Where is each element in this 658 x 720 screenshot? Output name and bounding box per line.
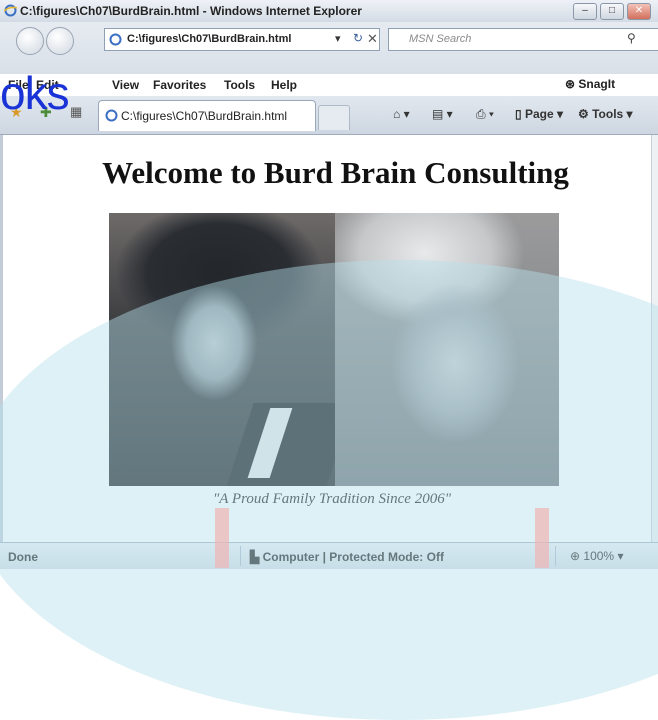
menu-edit[interactable]: Edit: [36, 78, 59, 92]
command-bar: ★ ✚ ▦ C:\figures\Ch07\BurdBrain.html ⌂ ▾…: [0, 96, 658, 135]
address-field[interactable]: C:\figures\Ch07\BurdBrain.html ▾ ↻ ✕: [104, 28, 380, 51]
photo-young-woman: [335, 213, 559, 486]
security-zone[interactable]: ▙ Computer | Protected Mode: Off: [250, 550, 444, 564]
back-button[interactable]: [16, 27, 44, 55]
window-title: C:\figures\Ch07\BurdBrain.html - Windows…: [20, 4, 362, 18]
computer-icon: ▙: [250, 550, 260, 564]
search-icon[interactable]: ⚲: [627, 31, 636, 45]
search-input[interactable]: MSN Search ⚲: [388, 28, 658, 51]
maximize-button[interactable]: □: [600, 3, 624, 20]
tab-page-icon: [105, 109, 118, 122]
print-icon[interactable]: ⎙ ▾: [476, 107, 494, 122]
zoom-level: 100%: [583, 549, 615, 563]
forward-button[interactable]: [46, 27, 74, 55]
status-text: Done: [8, 550, 38, 564]
menu-file[interactable]: File: [8, 78, 29, 92]
ie-logo-icon: [4, 4, 17, 17]
watermark-bar-2: [535, 508, 549, 568]
tab-burdbrain[interactable]: C:\figures\Ch07\BurdBrain.html: [98, 100, 316, 131]
search-placeholder: MSN Search: [409, 33, 472, 45]
page-menu-button[interactable]: ▯ Page ▾: [515, 107, 563, 121]
favorites-star-icon[interactable]: ★: [10, 104, 23, 121]
page-icon-small: ▯: [515, 107, 522, 121]
vertical-scrollbar[interactable]: [651, 135, 658, 542]
zoom-icon: ⊕: [570, 549, 581, 563]
family-photo: [109, 213, 559, 486]
feeds-icon[interactable]: ▤ ▾: [432, 107, 453, 121]
snagit-label: SnagIt: [578, 77, 616, 91]
add-favorites-icon[interactable]: ✚: [40, 104, 52, 121]
title-bar: C:\figures\Ch07\BurdBrain.html - Windows…: [0, 0, 658, 23]
tools-menu-button[interactable]: ⚙ Tools ▾: [578, 107, 633, 121]
address-toolbar: C:\figures\Ch07\BurdBrain.html ▾ ↻ ✕ MSN…: [0, 22, 658, 74]
close-button[interactable]: ✕: [627, 3, 651, 20]
menu-tools[interactable]: Tools: [224, 78, 255, 92]
tab-label: C:\figures\Ch07\BurdBrain.html: [121, 109, 288, 123]
security-zone-label: Computer | Protected Mode: Off: [262, 550, 444, 564]
home-icon[interactable]: ⌂ ▾: [393, 107, 410, 121]
new-tab-button[interactable]: [318, 105, 350, 130]
menu-view[interactable]: View: [112, 78, 139, 92]
stop-icon[interactable]: ✕: [367, 31, 378, 47]
zoom-control[interactable]: ⊕ 100% ▾: [570, 549, 623, 563]
menu-help[interactable]: Help: [271, 78, 297, 92]
page-icon: [109, 33, 122, 46]
tab-list-icon[interactable]: ▦: [70, 104, 82, 120]
menu-favorites[interactable]: Favorites: [153, 78, 206, 92]
page-caption: "A Proud Family Tradition Since 2006": [212, 491, 451, 507]
refresh-icon[interactable]: ↻: [353, 31, 363, 45]
snagit-button[interactable]: ⊛ SnagIt: [565, 77, 615, 91]
status-divider: [240, 546, 241, 566]
tools-gear-icon: ⚙: [578, 107, 589, 121]
address-dropdown-icon[interactable]: ▾: [335, 32, 341, 45]
page-content: Welcome to Burd Brain Consulting "A Prou…: [0, 135, 653, 542]
tools-menu-label: Tools: [592, 107, 624, 121]
photo-young-man: [109, 213, 354, 486]
watermark-bar: [215, 508, 229, 568]
page-menu-label: Page: [524, 107, 554, 121]
status-bar: Done ▙ Computer | Protected Mode: Off ⊕ …: [0, 542, 658, 569]
menu-bar: File Edit View Favorites Tools Help ⊛ Sn…: [0, 74, 658, 96]
status-divider-2: [555, 546, 556, 566]
minimize-button[interactable]: –: [573, 3, 597, 20]
page-heading: Welcome to Burd Brain Consulting: [102, 155, 569, 190]
snagit-icon: ⊛: [565, 77, 576, 91]
address-url: C:\figures\Ch07\BurdBrain.html: [127, 33, 292, 45]
